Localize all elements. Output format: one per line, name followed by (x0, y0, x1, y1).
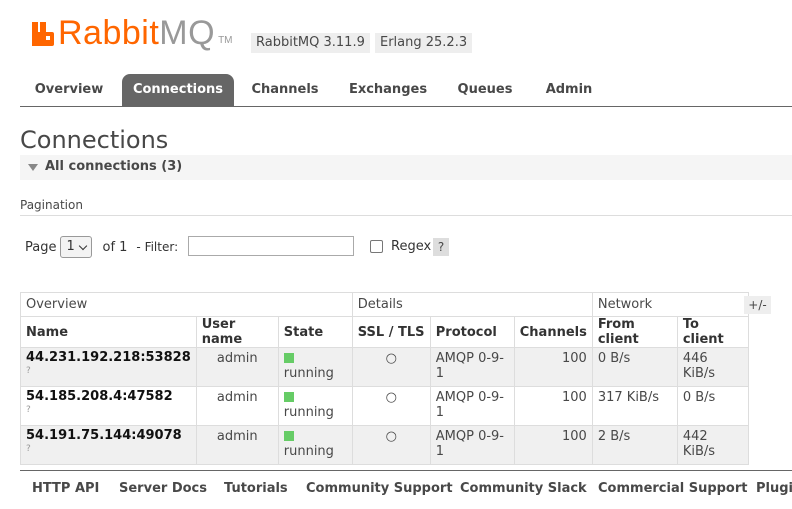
protocol-cell: AMQP 0-9-1 (435, 429, 504, 459)
page-select-value: 1 (66, 239, 75, 254)
state-text: running (283, 366, 334, 381)
rabbitmq-logo[interactable]: RabbitMQ TM (32, 14, 233, 50)
footer-links: HTTP API Server Docs Tutorials Community… (20, 470, 792, 509)
column-header-ssl-tls[interactable]: SSL / TLS (351, 316, 431, 348)
from-client-cell: 317 KiB/s (597, 390, 659, 405)
channels-cell: 100 (562, 390, 587, 405)
regex-label: Regex (391, 239, 432, 254)
channels-cell: 100 (562, 429, 587, 444)
state-cell: running (283, 390, 347, 420)
channels-cell: 100 (562, 351, 587, 366)
logo-trademark: TM (218, 35, 233, 46)
column-toggle-button[interactable]: +/- (744, 296, 771, 314)
tab-connections[interactable]: Connections (122, 74, 234, 106)
user-name-cell: admin (216, 429, 258, 444)
tab-admin[interactable]: Admin (536, 74, 602, 106)
column-header-to-client[interactable]: To client (676, 316, 749, 348)
filter-label: - Filter: (136, 240, 179, 254)
column-header-name[interactable]: Name (20, 316, 197, 348)
page-select[interactable]: 1 (60, 236, 93, 258)
state-cell: running (283, 429, 347, 459)
protocol-cell: AMQP 0-9-1 (435, 351, 504, 381)
user-name-cell: admin (216, 351, 258, 366)
from-client-cell: 2 B/s (597, 429, 631, 444)
table-row: 44.231.192.218:53828? admin running ○ AM… (20, 347, 749, 387)
tab-channels[interactable]: Channels (240, 74, 330, 106)
running-status-icon (283, 430, 294, 441)
rabbitmq-logo-icon (32, 22, 54, 46)
connection-name-link[interactable]: 54.185.208.4:47582 (26, 389, 191, 404)
tab-overview[interactable]: Overview (20, 74, 118, 106)
main-nav-tabs: Overview Connections Channels Exchanges … (20, 74, 792, 107)
connection-name-link[interactable]: 54.191.75.144:49078 (26, 428, 191, 443)
footer-link-tutorials[interactable]: Tutorials (224, 481, 288, 496)
footer-link-commercial-support[interactable]: Commercial Support (598, 481, 748, 496)
column-header-channels[interactable]: Channels (513, 316, 593, 348)
footer-link-plugins[interactable]: Plugins (756, 481, 792, 496)
footer-link-server-docs[interactable]: Server Docs (119, 481, 207, 496)
to-client-cell: 442 KiB/s (682, 429, 716, 459)
to-client-cell: 446 KiB/s (682, 351, 716, 381)
connections-table: Overview Details Network Name User name … (20, 292, 749, 465)
page-title: Connections (20, 126, 169, 154)
tab-exchanges[interactable]: Exchanges (340, 74, 436, 106)
group-header-details: Details (351, 292, 593, 317)
section-label: All connections (3) (45, 159, 183, 174)
regex-help-button[interactable]: ? (433, 238, 449, 256)
chevron-down-icon (79, 241, 88, 251)
all-connections-section-toggle[interactable]: All connections (3) (20, 155, 792, 180)
running-status-icon (283, 352, 294, 363)
table-row: 54.185.208.4:47582? admin running ○ AMQP… (20, 386, 749, 426)
table-row: 54.191.75.144:49078? admin running ○ AMQ… (20, 425, 749, 465)
user-name-cell: admin (216, 390, 258, 405)
pagination-controls: Page 1 of 1 - Filter: (25, 235, 178, 259)
page-label: Page (25, 239, 57, 255)
column-header-user-name[interactable]: User name (195, 316, 279, 348)
to-client-cell: 0 B/s (682, 390, 716, 405)
group-header-overview: Overview (20, 292, 353, 317)
rabbitmq-version-badge: RabbitMQ 3.11.9 (251, 33, 370, 53)
pagination-label: Pagination (20, 198, 83, 212)
running-status-icon (283, 391, 294, 402)
from-client-cell: 0 B/s (597, 351, 631, 366)
state-cell: running (283, 351, 347, 381)
logo-wordmark: RabbitMQ (58, 14, 216, 52)
column-header-protocol[interactable]: Protocol (429, 316, 515, 348)
state-text: running (283, 444, 334, 459)
footer-link-http-api[interactable]: HTTP API (32, 481, 99, 496)
state-text: running (283, 405, 334, 420)
connection-help-mark: ? (26, 444, 31, 454)
protocol-cell: AMQP 0-9-1 (435, 390, 504, 420)
ssl-cell: ○ (385, 429, 397, 444)
footer-link-community-slack[interactable]: Community Slack (460, 481, 587, 496)
regex-checkbox[interactable] (370, 240, 383, 253)
tab-queues[interactable]: Queues (448, 74, 522, 106)
connection-help-mark: ? (26, 405, 31, 415)
column-header-from-client[interactable]: From client (591, 316, 678, 348)
filter-input[interactable] (188, 236, 354, 256)
ssl-cell: ○ (385, 351, 397, 366)
page-count-label: of 1 (102, 239, 128, 255)
collapse-triangle-icon (28, 164, 38, 171)
pagination-divider (20, 215, 792, 216)
group-header-network: Network (591, 292, 749, 317)
erlang-version-badge: Erlang 25.2.3 (375, 33, 473, 53)
connection-help-mark: ? (26, 366, 31, 376)
footer-link-community-support[interactable]: Community Support (306, 481, 453, 496)
ssl-cell: ○ (385, 390, 397, 405)
column-header-state[interactable]: State (277, 316, 353, 348)
connection-name-link[interactable]: 44.231.192.218:53828 (26, 350, 191, 365)
